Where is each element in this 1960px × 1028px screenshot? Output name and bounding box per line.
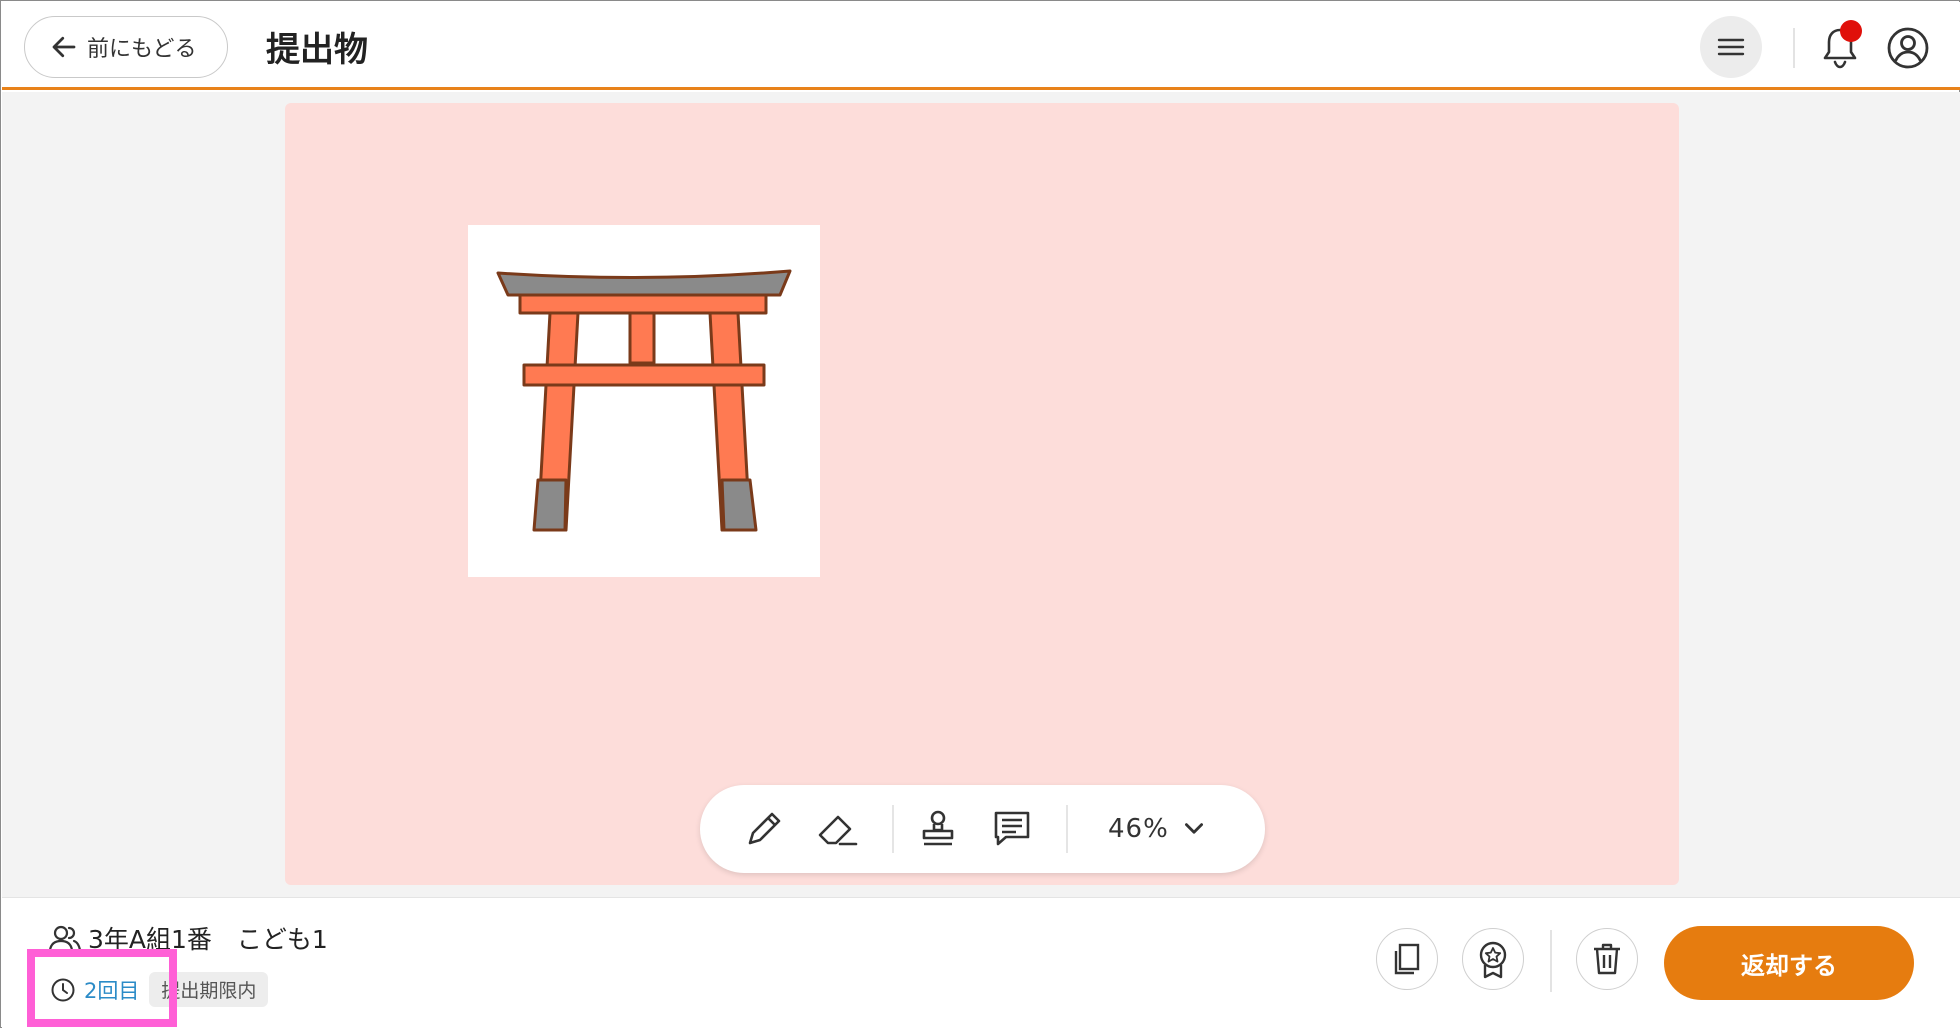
people-icon bbox=[48, 925, 82, 952]
trash-icon bbox=[1594, 943, 1620, 975]
page-title: 提出物 bbox=[266, 30, 368, 70]
header-divider bbox=[1793, 28, 1795, 68]
notification-badge bbox=[1840, 20, 1862, 42]
footer-divider bbox=[1550, 930, 1552, 992]
pencil-tool[interactable] bbox=[740, 805, 788, 853]
back-button[interactable]: 前にもどる bbox=[24, 16, 228, 78]
delete-button[interactable] bbox=[1576, 928, 1638, 990]
toolbar-divider bbox=[1066, 805, 1068, 853]
return-button[interactable]: 返却する bbox=[1664, 926, 1914, 1000]
eraser-icon bbox=[818, 815, 858, 846]
zoom-select[interactable]: 46% bbox=[1108, 805, 1207, 853]
toolbar-divider bbox=[892, 805, 894, 853]
attempt-info: 2回目 提出期限内 bbox=[50, 972, 269, 1007]
attempt-count[interactable]: 2回目 bbox=[84, 975, 139, 1005]
student-name: 3年A組1番 こども1 bbox=[88, 925, 328, 954]
menu-button[interactable] bbox=[1700, 16, 1762, 78]
copy-button[interactable] bbox=[1376, 928, 1438, 990]
header: 前にもどる 提出物 bbox=[2, 2, 1960, 90]
award-button[interactable] bbox=[1462, 928, 1524, 990]
back-button-label: 前にもどる bbox=[87, 37, 197, 62]
copy-icon bbox=[1394, 943, 1420, 975]
drawing-toolbar: 46% bbox=[700, 785, 1265, 873]
main-area: 46% bbox=[2, 92, 1960, 897]
torii-gate-image bbox=[496, 269, 792, 532]
award-icon bbox=[1479, 941, 1507, 979]
chevron-down-icon bbox=[1184, 823, 1203, 834]
comment-icon bbox=[994, 811, 1030, 846]
eraser-tool[interactable] bbox=[814, 805, 862, 853]
student-info: 3年A組1番 こども1 bbox=[48, 920, 328, 956]
deadline-status-badge: 提出期限内 bbox=[149, 972, 269, 1007]
submission-image bbox=[468, 225, 820, 577]
hamburger-icon bbox=[1717, 38, 1745, 56]
account-icon[interactable] bbox=[1886, 26, 1930, 70]
comment-tool[interactable] bbox=[988, 805, 1036, 853]
app-frame: 前にもどる 提出物 46% 3年A組1番 こども1 2回目 提出期限内 返却する bbox=[0, 0, 1960, 1028]
stamp-icon bbox=[922, 810, 954, 846]
footer: 3年A組1番 こども1 2回目 提出期限内 返却する bbox=[2, 897, 1960, 1028]
arrow-left-icon bbox=[52, 36, 76, 58]
clock-icon bbox=[51, 978, 75, 1001]
zoom-value: 46% bbox=[1108, 814, 1169, 844]
pencil-icon bbox=[748, 812, 781, 845]
submission-canvas[interactable]: 46% bbox=[285, 103, 1679, 885]
stamp-tool[interactable] bbox=[914, 805, 962, 853]
